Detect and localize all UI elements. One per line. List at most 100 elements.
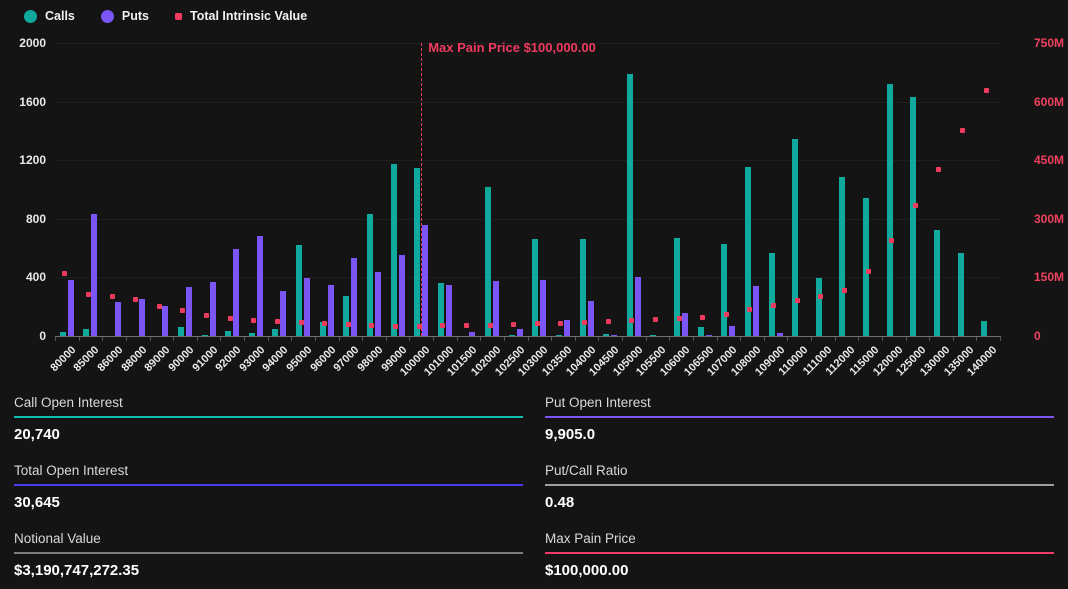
panel-call-open-interest: Call Open Interest 20,740: [14, 395, 523, 443]
total-intrinsic-value-dot[interactable]: [629, 318, 634, 323]
calls-bar[interactable]: [887, 84, 893, 336]
calls-bar[interactable]: [839, 177, 845, 336]
panel-total-open-interest: Total Open Interest 30,645: [14, 463, 523, 511]
calls-bar[interactable]: [367, 214, 373, 336]
calls-bar[interactable]: [816, 278, 822, 336]
puts-bar[interactable]: [635, 277, 641, 336]
puts-bar[interactable]: [493, 281, 499, 336]
total-intrinsic-value-dot[interactable]: [936, 167, 941, 172]
calls-bar[interactable]: [863, 198, 869, 336]
puts-bar[interactable]: [729, 326, 735, 336]
total-intrinsic-value-dot[interactable]: [866, 269, 871, 274]
puts-bar[interactable]: [399, 255, 405, 336]
puts-bar[interactable]: [233, 249, 239, 336]
x-axis-tick: [457, 337, 458, 341]
max-pain-chart[interactable]: Max Pain Price $100,000.00 00400150M8003…: [0, 0, 1068, 382]
calls-bar[interactable]: [485, 187, 491, 336]
puts-bar[interactable]: [328, 285, 334, 336]
total-intrinsic-value-dot[interactable]: [653, 317, 658, 322]
total-intrinsic-value-dot[interactable]: [724, 312, 729, 317]
puts-bar[interactable]: [564, 320, 570, 336]
total-intrinsic-value-dot[interactable]: [440, 323, 445, 328]
total-intrinsic-value-dot[interactable]: [795, 298, 800, 303]
calls-bar[interactable]: [627, 74, 633, 336]
calls-bar[interactable]: [674, 238, 680, 336]
total-intrinsic-value-dot[interactable]: [606, 319, 611, 324]
total-intrinsic-value-dot[interactable]: [157, 304, 162, 309]
total-intrinsic-value-dot[interactable]: [228, 316, 233, 321]
total-intrinsic-value-dot[interactable]: [818, 294, 823, 299]
calls-bar[interactable]: [698, 327, 704, 336]
calls-bar[interactable]: [343, 296, 349, 336]
calls-bar[interactable]: [438, 283, 444, 336]
puts-bar[interactable]: [304, 278, 310, 336]
calls-bar[interactable]: [391, 164, 397, 336]
panel-value: $100,000.00: [545, 554, 1054, 579]
total-intrinsic-value-dot[interactable]: [511, 322, 516, 327]
total-intrinsic-value-dot[interactable]: [133, 297, 138, 302]
x-axis-tick: [929, 337, 930, 341]
calls-bar[interactable]: [792, 139, 798, 336]
y-axis-label-right: 300M: [1034, 212, 1068, 226]
gridline: [55, 219, 1000, 220]
puts-bar[interactable]: [588, 301, 594, 336]
calls-bar[interactable]: [83, 329, 89, 336]
puts-bar[interactable]: [68, 280, 74, 336]
total-intrinsic-value-dot[interactable]: [747, 307, 752, 312]
total-intrinsic-value-dot[interactable]: [677, 316, 682, 321]
calls-bar[interactable]: [958, 253, 964, 337]
calls-bar[interactable]: [934, 230, 940, 336]
puts-bar[interactable]: [280, 291, 286, 336]
total-intrinsic-value-dot[interactable]: [204, 313, 209, 318]
calls-bar[interactable]: [910, 97, 916, 336]
total-intrinsic-value-dot[interactable]: [535, 321, 540, 326]
total-intrinsic-value-dot[interactable]: [960, 128, 965, 133]
total-intrinsic-value-dot[interactable]: [582, 320, 587, 325]
total-intrinsic-value-dot[interactable]: [86, 292, 91, 297]
total-intrinsic-value-dot[interactable]: [346, 322, 351, 327]
calls-bar[interactable]: [414, 168, 420, 336]
max-pain-annotation: Max Pain Price $100,000.00: [428, 40, 596, 55]
puts-bar[interactable]: [139, 299, 145, 336]
x-axis-tick: [1000, 337, 1001, 341]
total-intrinsic-value-dot[interactable]: [464, 323, 469, 328]
puts-bar[interactable]: [351, 258, 357, 336]
puts-bar[interactable]: [91, 214, 97, 336]
total-intrinsic-value-dot[interactable]: [62, 271, 67, 276]
total-intrinsic-value-dot[interactable]: [110, 294, 115, 299]
calls-bar[interactable]: [178, 327, 184, 336]
puts-bar[interactable]: [210, 282, 216, 336]
total-intrinsic-value-dot[interactable]: [251, 318, 256, 323]
puts-bar[interactable]: [186, 287, 192, 336]
total-intrinsic-value-dot[interactable]: [393, 324, 398, 329]
total-intrinsic-value-dot[interactable]: [700, 315, 705, 320]
total-intrinsic-value-dot[interactable]: [913, 203, 918, 208]
puts-bar[interactable]: [422, 225, 428, 336]
puts-bar[interactable]: [753, 286, 759, 336]
calls-bar[interactable]: [981, 321, 987, 336]
puts-bar[interactable]: [682, 313, 688, 336]
total-intrinsic-value-dot[interactable]: [275, 319, 280, 324]
puts-bar[interactable]: [446, 285, 452, 336]
puts-bar[interactable]: [540, 280, 546, 336]
total-intrinsic-value-dot[interactable]: [488, 323, 493, 328]
total-intrinsic-value-dot[interactable]: [558, 321, 563, 326]
total-intrinsic-value-dot[interactable]: [984, 88, 989, 93]
puts-bar[interactable]: [162, 306, 168, 336]
calls-bar[interactable]: [272, 329, 278, 336]
total-intrinsic-value-dot[interactable]: [889, 238, 894, 243]
puts-bar[interactable]: [375, 272, 381, 336]
puts-bar[interactable]: [257, 236, 263, 336]
total-intrinsic-value-dot[interactable]: [180, 308, 185, 313]
x-axis-tick: [173, 337, 174, 341]
total-intrinsic-value-dot[interactable]: [842, 288, 847, 293]
total-intrinsic-value-dot[interactable]: [771, 303, 776, 308]
total-intrinsic-value-dot[interactable]: [369, 323, 374, 328]
y-axis-label-right: 600M: [1034, 95, 1068, 109]
puts-bar[interactable]: [517, 329, 523, 336]
total-intrinsic-value-dot[interactable]: [322, 321, 327, 326]
calls-bar[interactable]: [769, 253, 775, 336]
total-intrinsic-value-dot[interactable]: [299, 320, 304, 325]
calls-bar[interactable]: [721, 244, 727, 336]
puts-bar[interactable]: [115, 302, 121, 336]
